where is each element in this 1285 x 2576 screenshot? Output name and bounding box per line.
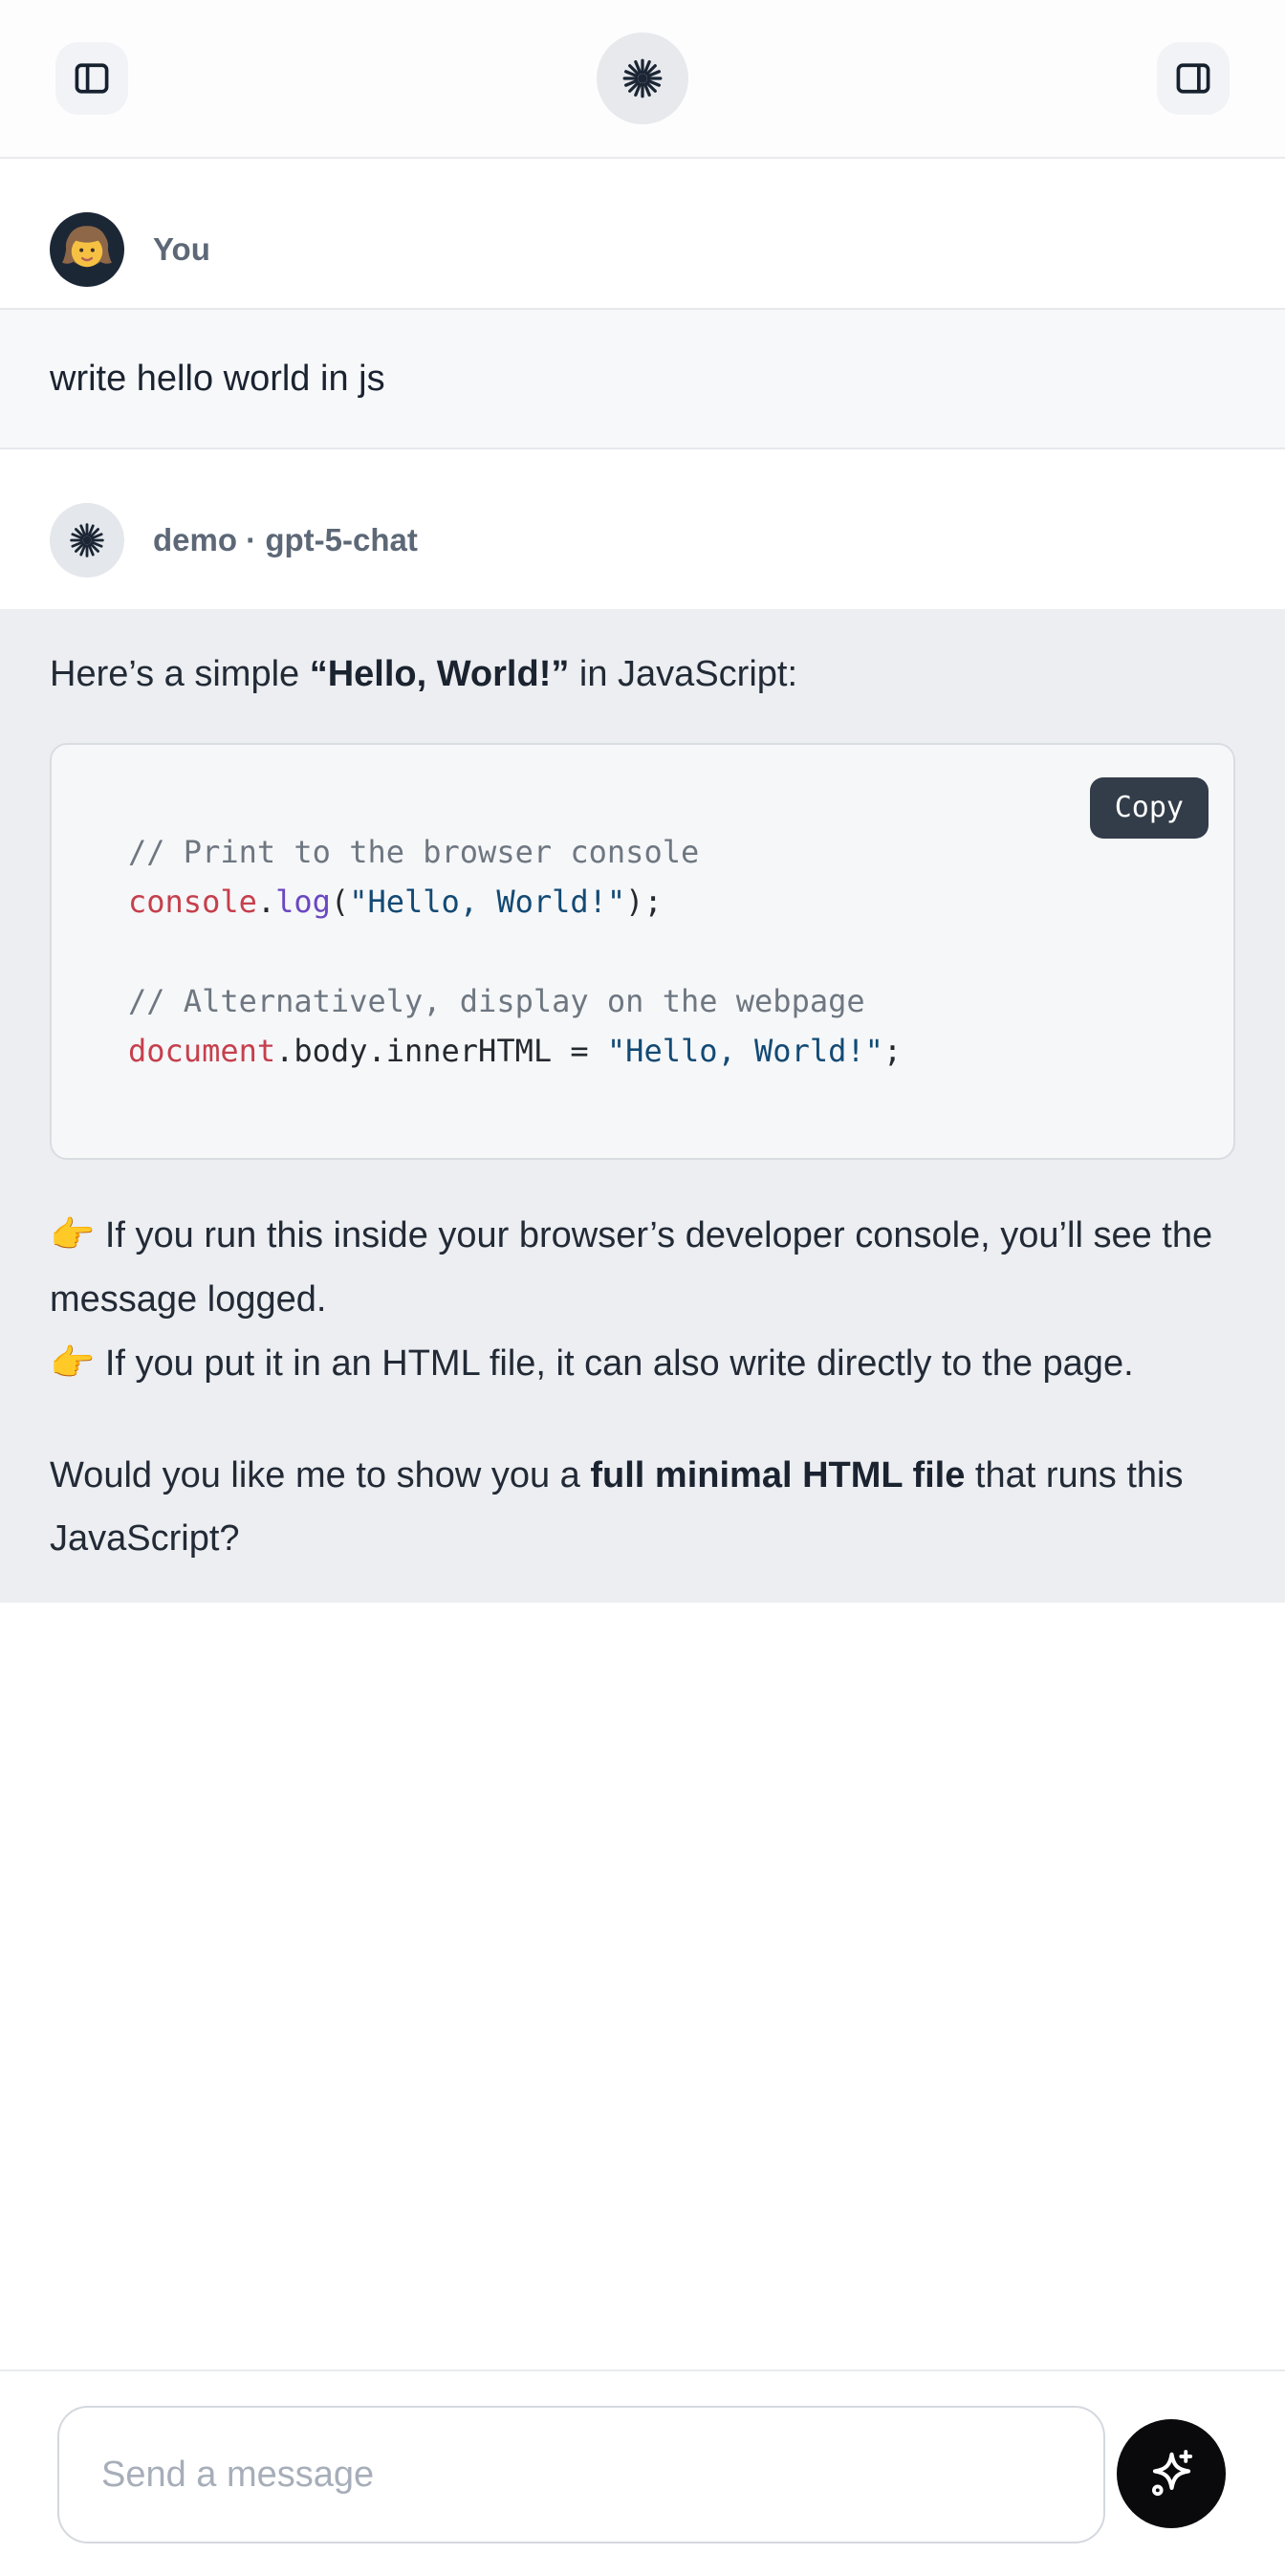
assistant-sender-row: demo · gpt-5-chat [0,503,1285,578]
assistant-question-text: Would you like me to show you a full min… [50,1444,1235,1570]
code-block: Copy // Print to the browser consolecons… [50,743,1235,1160]
code-content: // Print to the browser consoleconsole.l… [52,745,1233,1158]
top-bar [0,0,1285,159]
composer-bar [0,2369,1285,2576]
assistant-intro-text: Here’s a simple “Hello, World!” in JavaS… [50,649,1235,699]
assistant-avatar [50,503,124,578]
assistant-tips: 👉 If you run this inside your browser’s … [50,1204,1235,1396]
model-logo-button[interactable] [597,33,688,124]
message-input[interactable] [57,2406,1105,2543]
user-sender-row: You [0,212,1285,287]
person-emoji-avatar [50,212,124,287]
user-message-text: write hello world in js [50,359,385,399]
tip-html-file: 👉 If you put it in an HTML file, it can … [50,1332,1235,1396]
assistant-message-bubble: Here’s a simple “Hello, World!” in JavaS… [0,609,1285,1603]
user-message-bubble: write hello world in js [0,308,1285,449]
starburst-icon [68,521,106,559]
copy-code-button[interactable]: Copy [1090,777,1209,839]
panel-left-icon [71,57,113,99]
user-avatar [50,212,124,287]
starburst-logo-icon [621,56,664,100]
user-sender-label: You [153,231,210,268]
assistant-sender-label: demo · gpt-5-chat [153,522,418,558]
panel-right-icon [1172,57,1214,99]
sparkle-icon [1142,2444,1201,2503]
tip-console: 👉 If you run this inside your browser’s … [50,1204,1235,1332]
sidebar-toggle-button[interactable] [55,42,128,115]
send-button[interactable] [1117,2419,1226,2528]
panel-right-toggle-button[interactable] [1157,42,1230,115]
